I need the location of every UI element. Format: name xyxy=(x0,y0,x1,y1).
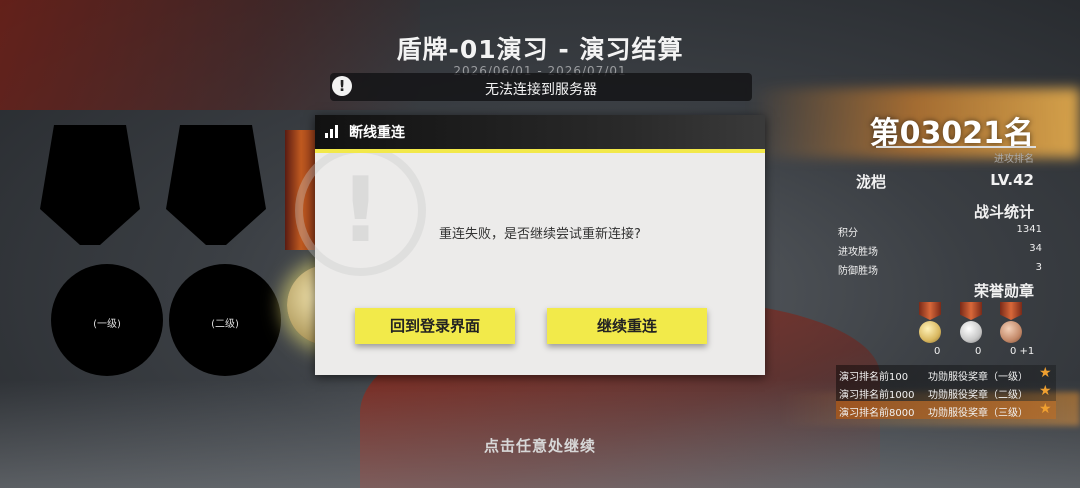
award-condition: 演习排名前1000 xyxy=(839,390,915,401)
back-to-login-button[interactable]: 回到登录界面 xyxy=(355,308,515,344)
dialog-header: 断线重连 xyxy=(315,115,765,153)
award-name: 功勋服役奖章（三级） xyxy=(928,408,1028,419)
dialog-message: 重连失败，是否继续尝试重新连接? xyxy=(439,227,641,242)
silver-medal-count: 0 xyxy=(975,346,982,357)
star-icon: ★ xyxy=(1039,365,1052,381)
reconnect-dialog: ! 断线重连 重连失败，是否继续尝试重新连接? 回到登录界面 继续重连 xyxy=(295,115,765,375)
stat-value: 1341 xyxy=(1016,224,1042,235)
retry-connect-button[interactable]: 继续重连 xyxy=(547,308,707,344)
medal-label: (一级) xyxy=(93,319,121,330)
stat-row-attack-wins: 进攻胜场 34 xyxy=(838,243,1042,261)
award-condition: 演习排名前100 xyxy=(839,372,909,383)
silver-medal-icon xyxy=(958,302,984,343)
stat-row-defense-wins: 防御胜场 3 xyxy=(838,262,1042,280)
bronze-medal-count: 0 +1 xyxy=(1010,346,1035,357)
stat-value: 34 xyxy=(1029,243,1042,254)
stat-value: 3 xyxy=(1035,262,1042,273)
rank-subtitle: 进攻排名 xyxy=(994,154,1034,165)
stat-row-score: 积分 1341 xyxy=(838,224,1042,242)
award-condition: 演习排名前8000 xyxy=(839,408,915,419)
award-row-highlighted: 演习排名前8000 功勋服役奖章（三级） ★ xyxy=(836,401,1056,419)
award-row: 演习排名前100 功勋服役奖章（一级） ★ xyxy=(836,365,1056,383)
star-icon: ★ xyxy=(1039,383,1052,399)
warning-watermark-icon: ! xyxy=(295,145,426,276)
bronze-medal-icon xyxy=(998,302,1024,343)
stat-label: 积分 xyxy=(838,228,858,239)
battle-stats-title: 战斗统计 xyxy=(973,203,1034,221)
page-title: 盾牌-01演习 - 演习结算 xyxy=(396,35,684,64)
gold-medal-icon xyxy=(917,302,943,343)
award-row: 演习排名前1000 功勋服役奖章（二级） ★ xyxy=(836,383,1056,401)
award-name: 功勋服役奖章（二级） xyxy=(928,390,1028,401)
alert-text: 无法连接到服务器 xyxy=(485,82,597,98)
rank-underline xyxy=(876,146,1036,148)
medal-label: (二级) xyxy=(211,319,239,330)
award-name: 功勋服役奖章（一级） xyxy=(928,372,1028,383)
dialog-title: 断线重连 xyxy=(349,125,405,141)
star-icon: ★ xyxy=(1039,401,1052,417)
honor-medals-title: 荣誉勋章 xyxy=(973,282,1034,300)
signal-icon xyxy=(325,125,339,138)
medal-ribbon xyxy=(166,125,266,245)
gold-medal-count: 0 xyxy=(934,346,941,357)
player-level: LV.42 xyxy=(990,171,1034,189)
player-name: 泷桤 xyxy=(856,173,887,191)
medal-ribbon xyxy=(40,125,140,245)
stat-label: 进攻胜场 xyxy=(838,247,878,258)
tap-to-continue[interactable]: 点击任意处继续 xyxy=(0,435,1080,456)
stat-label: 防御胜场 xyxy=(838,266,878,277)
